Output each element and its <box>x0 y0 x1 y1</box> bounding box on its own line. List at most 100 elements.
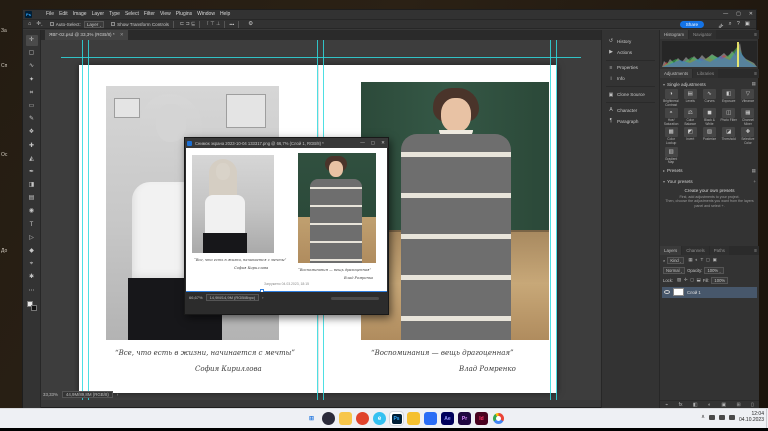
float-close-button[interactable]: ✕ <box>381 138 385 148</box>
filter-pixel-icon[interactable]: ▦ <box>688 257 692 263</box>
desktop-icon-label[interactable]: Сп <box>1 63 17 69</box>
battery-icon[interactable] <box>729 415 735 420</box>
maximize-button[interactable]: ▢ <box>736 10 741 19</box>
tool-dodge[interactable]: ◉ <box>26 206 38 217</box>
notes-app-icon[interactable] <box>407 412 420 425</box>
adj-posterize[interactable]: ▨Posterize <box>700 127 718 145</box>
share-button[interactable]: Share <box>680 21 704 28</box>
tool-eraser[interactable]: ◨ <box>26 180 38 191</box>
menu-help[interactable]: Help <box>220 10 230 19</box>
adj-vibrance[interactable]: ▽Vibrance <box>739 89 757 107</box>
floating-document-window[interactable]: Снимок экрана 2023-10-04 133317.png @ 66… <box>184 137 389 315</box>
tab-close-icon[interactable]: ✕ <box>120 32 124 37</box>
wifi-icon[interactable] <box>709 415 715 420</box>
opacity-dropdown[interactable]: 100% ˯ <box>704 267 723 274</box>
start-button[interactable]: ⊞ <box>305 412 318 425</box>
adj-selective-color[interactable]: ✚Selective Color <box>739 127 757 145</box>
guide-vertical[interactable] <box>88 40 89 400</box>
menu-window[interactable]: Window <box>197 10 215 19</box>
show-transform-checkbox[interactable] <box>111 22 115 26</box>
adj-channel-mixer[interactable]: ▦Channel Mixer <box>739 108 757 126</box>
adj-threshold[interactable]: ◪Threshold <box>720 127 738 145</box>
tool-frame[interactable]: ▭ <box>26 101 38 112</box>
tool-healing[interactable]: ❖ <box>26 127 38 138</box>
tab-paths[interactable]: Paths <box>710 246 729 255</box>
photoshop-taskbar-icon[interactable]: Ps <box>390 412 403 425</box>
doc-info-box[interactable]: 44,9M/89,8M (RGB/8) <box>62 391 113 398</box>
blend-mode-dropdown[interactable]: Normal ˯ <box>663 267 685 274</box>
workspace-gear-icon[interactable]: ⚙ <box>248 21 253 27</box>
close-button[interactable]: ✕ <box>749 10 753 19</box>
panel-actions[interactable]: ▶Actions <box>602 47 659 58</box>
float-doc-info[interactable]: 14,9M/14,9M (RGB/8bpc) <box>206 294 260 301</box>
adj-brightness-contrast[interactable]: ◑Brightness/ Contrast <box>662 89 680 107</box>
toolbar-more-button[interactable]: ⋯ <box>26 286 38 297</box>
volume-icon[interactable] <box>719 415 725 420</box>
floating-window-titlebar[interactable]: Снимок экрана 2023-10-04 133317.png @ 66… <box>185 138 388 148</box>
layer-thumbnail[interactable] <box>673 288 684 296</box>
guide-vertical[interactable] <box>556 40 557 400</box>
tab-channels[interactable]: Channels <box>682 246 709 255</box>
auto-select-checkbox[interactable] <box>50 22 54 26</box>
guide-vertical[interactable] <box>550 40 551 400</box>
edge-icon[interactable]: e <box>373 412 386 425</box>
menu-select[interactable]: Select <box>125 10 139 19</box>
lock-all-icon[interactable]: ⬓ <box>697 277 701 283</box>
tool-quick-select[interactable]: ✦ <box>26 75 38 86</box>
menu-type[interactable]: Type <box>109 10 120 19</box>
floating-window-image[interactable]: “Все, что есть в жизни, начинается с меч… <box>186 148 387 291</box>
boy-portrait-photo[interactable] <box>361 82 549 340</box>
tool-zoom[interactable]: ✱ <box>26 272 38 283</box>
tab-adjustments[interactable]: Adjustments <box>660 69 692 78</box>
your-presets-header[interactable]: ▾ Your presets + <box>660 176 759 186</box>
layer-filter-type-icons[interactable]: ▦ ◐ T ▢ ▣ <box>688 257 717 263</box>
adj-exposure[interactable]: ◧Exposure <box>720 89 738 107</box>
tray-chevron-icon[interactable]: ∧ <box>701 414 705 420</box>
background-color-swatch[interactable] <box>31 305 37 311</box>
search-taskbar-icon[interactable] <box>322 412 335 425</box>
grid-view-icon[interactable]: ▦ <box>752 168 756 174</box>
desktop-icon-label[interactable]: За <box>1 28 17 34</box>
taskbar-clock[interactable]: 12:04 04.10.2023 <box>739 411 764 423</box>
panel-info[interactable]: iInfo <box>602 73 659 84</box>
panel-history[interactable]: ↺History <box>602 36 659 47</box>
tool-type[interactable]: T <box>26 220 38 231</box>
layer-row[interactable]: Слой 1 <box>662 287 757 298</box>
panel-menu-icon[interactable]: ≡ <box>754 32 757 38</box>
filter-search-icon[interactable]: ⌕ <box>663 258 665 263</box>
status-arrow-icon[interactable]: › <box>117 392 118 397</box>
tool-crop[interactable]: ⌗ <box>26 88 38 99</box>
float-zoom-level[interactable]: 66,67% <box>189 295 203 300</box>
premiere-pro-icon[interactable]: Pr <box>458 412 471 425</box>
tool-shape[interactable]: ◆ <box>26 246 38 257</box>
zoom-level[interactable]: 33,33% <box>43 392 58 397</box>
tab-histogram[interactable]: Histogram <box>660 30 688 39</box>
desktop-icon-label[interactable]: До <box>1 248 17 254</box>
panel-clone-source[interactable]: ▣Clone Source <box>602 89 659 100</box>
adj-black-white[interactable]: ◼Black & White <box>700 108 718 126</box>
fill-dropdown[interactable]: 100% <box>711 277 728 284</box>
tab-layers[interactable]: Layers <box>660 246 681 255</box>
filter-shape-icon[interactable]: ▢ <box>706 257 710 263</box>
presets-header[interactable]: ▸ Presets ▦ <box>660 165 759 176</box>
tab-navigator[interactable]: Navigator <box>689 30 716 39</box>
adj-photo-filter[interactable]: ◫Photo Filter <box>720 108 738 126</box>
chrome-icon[interactable] <box>492 412 505 425</box>
menu-edit[interactable]: Edit <box>59 10 68 19</box>
auto-select-target-dropdown[interactable]: Layer ˯ <box>84 21 104 28</box>
add-preset-icon[interactable]: + <box>753 179 756 184</box>
layer-filter-dropdown[interactable]: Kind ˯ <box>667 257 684 264</box>
menu-filter[interactable]: Filter <box>144 10 155 19</box>
menu-layer[interactable]: Layer <box>92 10 105 19</box>
panel-paragraph[interactable]: ¶Paragraph <box>602 116 659 127</box>
float-status-arrow-icon[interactable]: › <box>262 295 263 300</box>
desktop-icon-label[interactable]: Ос <box>1 152 17 158</box>
float-minimize-button[interactable]: — <box>360 138 365 148</box>
lock-position-icon[interactable]: ✛ <box>684 277 688 283</box>
filter-type-icon[interactable]: T <box>700 257 703 263</box>
adj-levels[interactable]: ▤Levels <box>681 89 699 107</box>
blue-app-icon[interactable] <box>424 412 437 425</box>
document-tab[interactable]: ЯВГ-02.psd @ 33,3% (RGB/8) * ✕ <box>45 30 128 40</box>
foreground-background-swatches[interactable] <box>27 301 37 311</box>
menu-view[interactable]: View <box>160 10 171 19</box>
